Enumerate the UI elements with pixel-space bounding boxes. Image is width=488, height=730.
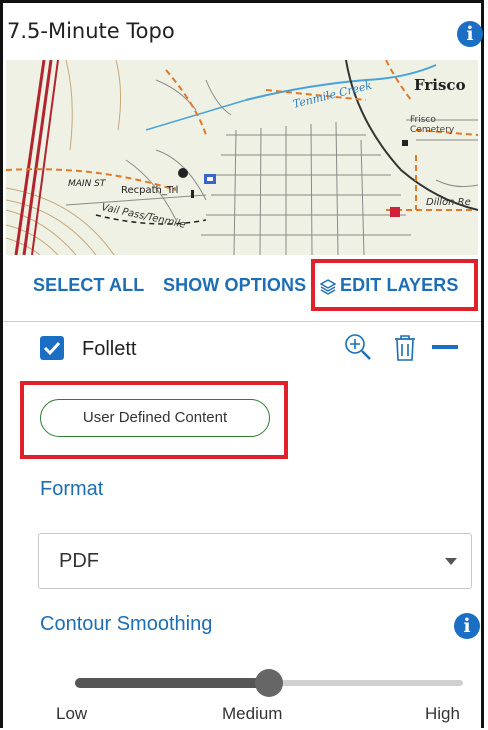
layer-name: Follett <box>82 338 137 360</box>
topo-map-preview: Frisco Tenmile Creek Frisco Cemetery MAI… <box>6 60 478 255</box>
map-label-main-st: MAIN ST <box>68 179 107 189</box>
map-label-frisco: Frisco <box>414 76 466 94</box>
map-label-recpath: Recpath_Trl <box>121 185 178 196</box>
format-select-value: PDF <box>59 550 99 572</box>
contour-smoothing-label: Contour Smoothing <box>40 613 213 635</box>
chevron-down-icon <box>445 558 457 565</box>
slider-fill <box>75 678 269 688</box>
highlight-box-edit-layers <box>311 259 478 311</box>
highlight-box-chip <box>20 381 288 459</box>
slider-tick-low: Low <box>56 704 88 723</box>
select-all-button[interactable]: SELECT ALL <box>33 275 144 296</box>
zoom-in-icon[interactable] <box>343 332 373 362</box>
trash-icon[interactable] <box>393 334 417 362</box>
smoothing-slider[interactable] <box>75 669 463 697</box>
layer-checkbox[interactable] <box>40 336 64 360</box>
info-icon[interactable]: i <box>457 21 483 47</box>
slider-tick-medium: Medium <box>222 704 283 723</box>
show-options-button[interactable]: SHOW OPTIONS <box>163 275 306 296</box>
layer-row: Follett <box>0 322 484 377</box>
format-label: Format <box>40 478 104 500</box>
panel-title: 7.5-Minute Topo <box>7 19 175 43</box>
collapse-icon[interactable] <box>432 345 458 349</box>
map-label-dillon: Dillon Re <box>426 197 471 208</box>
check-icon <box>43 341 61 356</box>
format-select[interactable]: PDF <box>38 533 472 589</box>
map-label-cemetery-2: Cemetery <box>410 125 455 135</box>
smoothing-info-icon[interactable]: i <box>454 613 480 639</box>
panel-header: 7.5-Minute Topo i <box>3 3 483 58</box>
slider-tick-high: High <box>425 704 460 723</box>
map-label-cemetery-1: Frisco <box>410 115 436 125</box>
layer-toolbar: SELECT ALL SHOW OPTIONS EDIT LAYERS <box>0 255 484 321</box>
slider-thumb[interactable] <box>255 669 283 697</box>
